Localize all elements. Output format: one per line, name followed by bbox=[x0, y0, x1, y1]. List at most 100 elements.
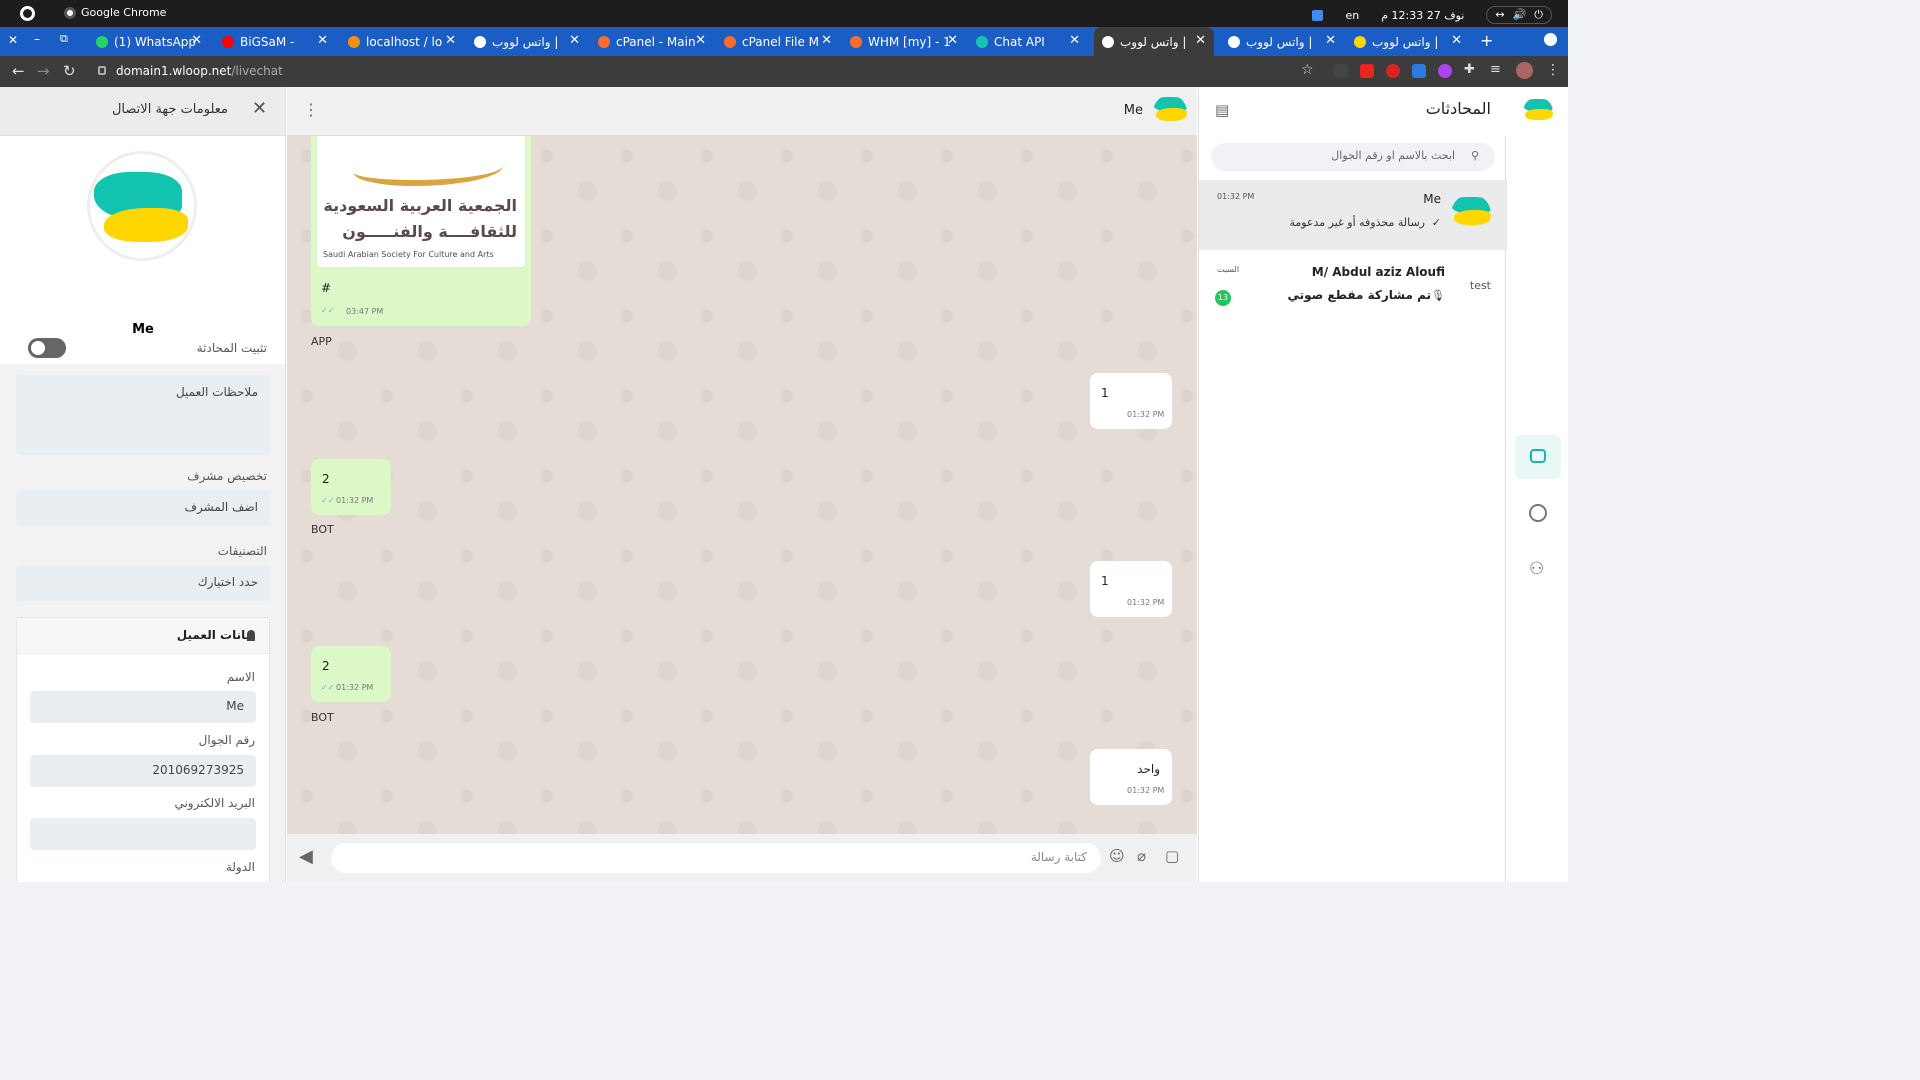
system-menu[interactable]: ↔ 🔊 ⏻ bbox=[1486, 6, 1552, 24]
browser-tab[interactable]: واتس لووب | ✕ bbox=[1094, 27, 1214, 56]
tab-search-icon[interactable] bbox=[1544, 33, 1557, 46]
os-top-bar: Google Chrome en نوف 27 12:33 م ↔ 🔊 ⏻ bbox=[0, 0, 1568, 27]
outgoing-message: واحد 01:32 PM bbox=[1090, 749, 1172, 805]
emoji-icon[interactable]: ☺ bbox=[1109, 847, 1125, 865]
extension-ft-icon[interactable] bbox=[1412, 64, 1426, 78]
browser-tab[interactable]: واتس لووب | ✕ bbox=[1220, 27, 1344, 56]
tab-close-icon[interactable]: ✕ bbox=[947, 33, 958, 48]
messages-list: الجمعية العربية السعودية للثقافــــة وال… bbox=[287, 136, 1197, 834]
tab-label: واتس لووب | bbox=[492, 34, 559, 49]
extension-pen-icon[interactable] bbox=[1334, 64, 1348, 78]
trello-icon[interactable] bbox=[1312, 9, 1324, 21]
image-message: الجمعية العربية السعودية للثقافــــة وال… bbox=[311, 136, 531, 326]
conversations-title: المحادثات bbox=[1425, 99, 1491, 118]
right-nav-rail: ⚇ bbox=[1507, 87, 1568, 882]
assign-supervisor-select[interactable]: اضف المشرف bbox=[16, 490, 270, 526]
language-indicator[interactable]: en bbox=[1345, 9, 1359, 22]
tab-close-icon[interactable]: ✕ bbox=[191, 33, 202, 48]
new-tab-icon[interactable]: + bbox=[1480, 31, 1493, 50]
conversation-item[interactable]: Me 01:32 PM رسالة محذوفه أو غير مدعومة ✓ bbox=[1199, 180, 1507, 250]
contact-name: Me bbox=[132, 322, 154, 337]
browser-tab[interactable]: cPanel - Main ✕ bbox=[590, 27, 714, 56]
tab-close-icon[interactable]: ✕ bbox=[445, 33, 456, 48]
conversations-header: ▤ المحادثات bbox=[1199, 87, 1507, 136]
logo-shape bbox=[353, 152, 503, 186]
back-icon[interactable]: ← bbox=[12, 62, 25, 80]
reload-icon[interactable]: ↻ bbox=[63, 62, 76, 80]
tab-favicon-icon bbox=[1354, 35, 1366, 48]
attach-icon[interactable]: ⌀ bbox=[1137, 847, 1146, 865]
read-ticks-icon: ✓✓ bbox=[321, 496, 335, 505]
tab-favicon-icon bbox=[850, 35, 862, 48]
tab-favicon-icon bbox=[348, 35, 360, 48]
forward-icon[interactable]: → bbox=[37, 62, 50, 80]
activities-icon[interactable] bbox=[20, 6, 35, 21]
nav-chats[interactable] bbox=[1515, 435, 1561, 479]
tab-close-icon[interactable]: ✕ bbox=[821, 33, 832, 48]
browser-tab[interactable]: واتس لووب | ✕ bbox=[466, 27, 588, 56]
adblock-icon[interactable] bbox=[1360, 64, 1374, 78]
image-arabic-line2: للثقافــــة والفنـــــون bbox=[342, 222, 517, 241]
email-field[interactable] bbox=[30, 818, 256, 850]
tags-select[interactable]: حدد اختيارك bbox=[16, 565, 270, 601]
clock[interactable]: نوف 27 12:33 م bbox=[1381, 9, 1464, 22]
browser-tab[interactable]: (1) WhatsApp ✕ bbox=[88, 27, 210, 56]
browser-tab[interactable]: Chat API ✕ bbox=[968, 27, 1088, 56]
message-sender: BOT bbox=[311, 523, 334, 536]
tab-close-icon[interactable]: ✕ bbox=[1325, 33, 1336, 48]
phone-label: رقم الجوال bbox=[198, 733, 255, 747]
contact-panel-title: معلومات جهة الاتصال bbox=[111, 102, 228, 117]
message-image[interactable]: الجمعية العربية السعودية للثقافــــة وال… bbox=[317, 136, 525, 267]
tab-label: واتس لووب | bbox=[1372, 34, 1439, 49]
sent-check-icon: ✓ bbox=[1431, 216, 1441, 229]
nav-user-settings-icon[interactable]: ⚇ bbox=[1529, 559, 1544, 579]
tab-favicon-icon bbox=[1228, 35, 1240, 48]
search-input[interactable]: ابحث بالاسم او رقم الجوال bbox=[1211, 143, 1495, 171]
message-text: 2 bbox=[322, 659, 330, 673]
browser-tab[interactable]: واتس لووب | ✕ bbox=[1346, 27, 1470, 56]
tab-close-icon[interactable]: ✕ bbox=[695, 33, 706, 48]
conversation-time: 01:32 PM bbox=[1217, 192, 1255, 201]
browser-tab[interactable]: BiGSaM - ✕ bbox=[214, 27, 336, 56]
customer-data-card: بيانات العميل الاسم Me رقم الجوال 201069… bbox=[16, 617, 270, 882]
new-chat-icon[interactable]: ▤ bbox=[1215, 101, 1229, 119]
url-field[interactable]: domain1.wloop.net/livechat bbox=[116, 64, 283, 78]
tab-close-icon[interactable]: ✕ bbox=[1451, 33, 1462, 48]
profile-avatar[interactable] bbox=[1516, 62, 1533, 79]
chrome-menu-icon[interactable]: ⋮ bbox=[1546, 62, 1560, 78]
phone-field[interactable]: 201069273925 bbox=[30, 755, 256, 787]
tab-close-icon[interactable]: ✕ bbox=[317, 33, 328, 48]
browser-tab[interactable]: WHM [my] - 1 ✕ bbox=[842, 27, 966, 56]
pin-chat-toggle[interactable] bbox=[28, 338, 66, 358]
extension-color-icon[interactable] bbox=[1438, 64, 1452, 78]
message-time: 01:32 PM bbox=[1127, 786, 1165, 795]
bookmark-star-icon[interactable]: ☆ bbox=[1301, 62, 1314, 78]
extensions-puzzle-icon[interactable]: ✚ bbox=[1464, 62, 1475, 77]
nav-reports-pie-icon[interactable] bbox=[1529, 504, 1547, 522]
conversation-item[interactable]: test M/ Abdul aziz Aloufi السبت تم مشارك… bbox=[1199, 255, 1507, 325]
extension-red-icon[interactable] bbox=[1386, 64, 1400, 78]
tab-close-icon[interactable]: ✕ bbox=[1069, 33, 1080, 48]
tab-label: localhost / lo bbox=[366, 34, 443, 49]
send-icon[interactable]: ◀ bbox=[299, 846, 313, 867]
reading-list-icon[interactable]: ≡ bbox=[1490, 62, 1501, 77]
active-app[interactable]: Google Chrome bbox=[64, 6, 166, 19]
message-sender: APP bbox=[311, 335, 332, 348]
conversations-panel: ▤ المحادثات ابحث بالاسم او رقم الجوال ⚲ … bbox=[1198, 87, 1507, 882]
window-close-icon[interactable]: ✕ bbox=[8, 33, 18, 47]
volume-icon: 🔊 bbox=[1512, 8, 1527, 21]
name-field[interactable]: Me bbox=[30, 691, 256, 723]
browser-tab[interactable]: cPanel File M ✕ bbox=[716, 27, 840, 56]
tab-close-icon[interactable]: ✕ bbox=[569, 33, 580, 48]
chat-menu-icon[interactable]: ⋮ bbox=[303, 100, 319, 119]
app-logo[interactable] bbox=[1523, 97, 1553, 127]
chat-header-avatar[interactable] bbox=[1153, 95, 1187, 129]
browser-tab[interactable]: localhost / lo ✕ bbox=[340, 27, 464, 56]
quick-replies-icon[interactable]: ▢ bbox=[1165, 847, 1179, 865]
window-minimize-icon[interactable]: – bbox=[34, 32, 40, 46]
window-restore-icon[interactable]: ⧉ bbox=[60, 32, 68, 46]
close-icon[interactable]: ✕ bbox=[252, 98, 267, 119]
customer-notes-field[interactable]: ملاحظات العميل bbox=[16, 375, 270, 455]
tab-close-icon[interactable]: ✕ bbox=[1195, 33, 1206, 48]
message-input[interactable]: كتابة رسالة bbox=[331, 843, 1101, 873]
